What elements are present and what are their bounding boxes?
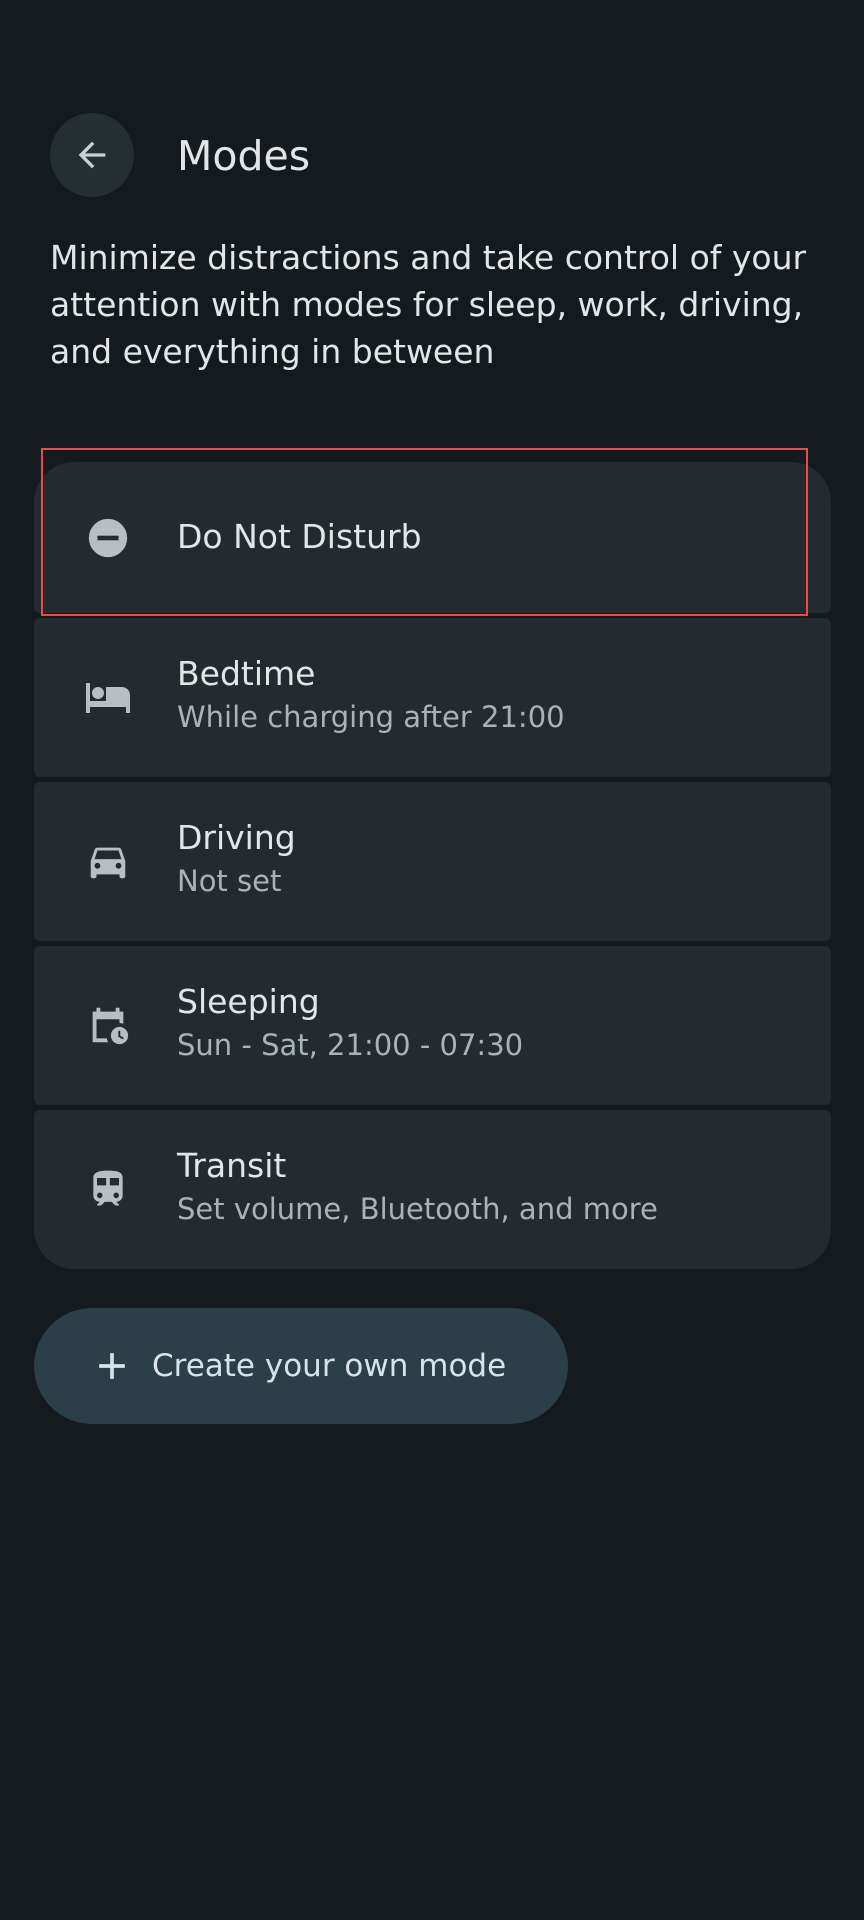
bed-icon	[84, 673, 132, 721]
mode-name: Transit	[177, 1146, 287, 1185]
create-mode-label: Create your own mode	[152, 1348, 507, 1384]
car-icon	[84, 837, 132, 885]
page-description: Minimize distractions and take control o…	[50, 238, 807, 371]
mode-subtitle: Sun - Sat, 21:00 - 07:30	[177, 1028, 524, 1062]
mode-subtitle: Not set	[177, 864, 282, 898]
mode-item-driving[interactable]: Driving Not set	[34, 782, 831, 941]
create-mode-button[interactable]: Create your own mode	[34, 1308, 568, 1424]
plus-icon	[90, 1344, 134, 1392]
train-icon	[84, 1165, 132, 1213]
mode-subtitle: Set volume, Bluetooth, and more	[177, 1192, 658, 1226]
minus-circle-icon	[84, 514, 132, 562]
page-title: Modes	[177, 132, 311, 180]
mode-item-sleeping[interactable]: Sleeping Sun - Sat, 21:00 - 07:30	[34, 946, 831, 1105]
mode-name: Bedtime	[177, 654, 316, 693]
mode-name: Sleeping	[177, 982, 320, 1021]
arrow-back-icon	[78, 141, 106, 169]
mode-name: Do Not Disturb	[177, 517, 422, 556]
mode-subtitle: While charging after 21:00	[177, 700, 565, 734]
mode-item-transit[interactable]: Transit Set volume, Bluetooth, and more	[34, 1110, 831, 1269]
mode-item-do-not-disturb[interactable]: Do Not Disturb	[34, 462, 831, 613]
modes-screen: Modes Minimize distractions and take con…	[0, 0, 864, 1920]
calendar-clock-icon	[84, 1001, 132, 1049]
modes-list: Do Not Disturb Bedtime While charging af…	[34, 462, 831, 1274]
back-button[interactable]	[50, 113, 134, 197]
mode-item-bedtime[interactable]: Bedtime While charging after 21:00	[34, 618, 831, 777]
mode-name: Driving	[177, 818, 296, 857]
